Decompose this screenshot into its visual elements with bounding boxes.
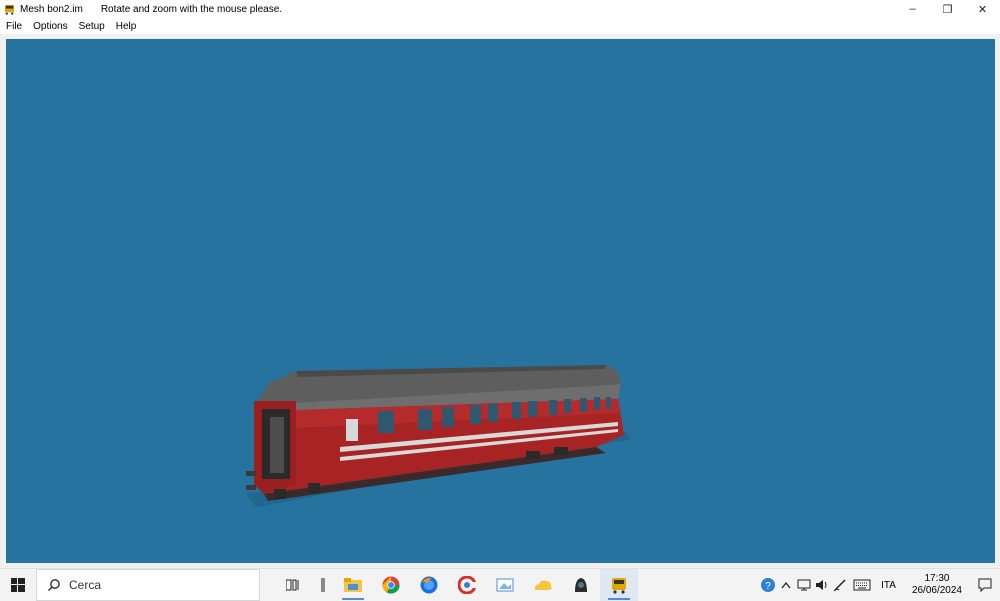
divider-icon xyxy=(312,569,334,601)
minimize-button[interactable]: – xyxy=(895,0,930,18)
clock-date: 26/06/2024 xyxy=(911,585,962,596)
volume-icon[interactable] xyxy=(813,569,831,601)
network-icon[interactable] xyxy=(795,569,813,601)
3d-viewport[interactable] xyxy=(6,39,995,563)
menu-help[interactable]: Help xyxy=(110,21,142,32)
window-controls: – ❐ ✕ xyxy=(895,0,1000,18)
restore-button[interactable]: ❐ xyxy=(930,0,965,18)
notification-icon[interactable] xyxy=(970,569,1000,601)
mesh-viewer-app-icon xyxy=(4,4,15,15)
system-tray: ? ITA 17:30 26/06/2024 xyxy=(759,569,1000,601)
clock[interactable]: 17:30 26/06/2024 xyxy=(912,573,962,597)
chrome-icon[interactable] xyxy=(372,569,410,601)
menu-options[interactable]: Options xyxy=(27,21,72,32)
pen-icon[interactable] xyxy=(831,569,849,601)
search-icon xyxy=(48,579,60,591)
svg-text:?: ? xyxy=(765,581,771,592)
file-explorer-icon[interactable] xyxy=(334,569,372,601)
ccleaner-icon[interactable] xyxy=(448,569,486,601)
taskbar-apps xyxy=(274,569,638,601)
train-coach-model xyxy=(246,365,631,507)
folder-cloud-icon[interactable] xyxy=(524,569,562,601)
clock-time: 17:30 xyxy=(924,573,950,584)
keyboard-icon[interactable] xyxy=(849,569,875,601)
input-language[interactable]: ITA xyxy=(881,580,896,591)
image-viewer-icon[interactable] xyxy=(486,569,524,601)
menu-bar: File Options Setup Help xyxy=(0,18,1000,34)
taskbar: Cerca ? ITA 17:30 26/06/2024 xyxy=(0,568,1000,601)
menu-file[interactable]: File xyxy=(0,21,27,32)
close-button[interactable]: ✕ xyxy=(965,0,1000,18)
start-button[interactable] xyxy=(0,569,36,601)
search-box[interactable]: Cerca xyxy=(36,569,260,601)
menu-setup[interactable]: Setup xyxy=(73,21,110,32)
chevron-up-icon[interactable] xyxy=(777,569,795,601)
search-placeholder: Cerca xyxy=(69,578,102,592)
task-view-icon[interactable] xyxy=(274,569,312,601)
window-title: Mesh bon2.im xyxy=(20,3,83,15)
help-icon[interactable]: ? xyxy=(759,569,777,601)
windows-logo-icon xyxy=(11,578,25,592)
firefox-icon[interactable] xyxy=(410,569,448,601)
title-bar: Mesh bon2.im Rotate and zoom with the mo… xyxy=(0,0,1000,18)
mesh-viewer-icon[interactable] xyxy=(600,569,638,601)
window-hint: Rotate and zoom with the mouse please. xyxy=(100,3,283,15)
train-app-icon[interactable] xyxy=(562,569,600,601)
